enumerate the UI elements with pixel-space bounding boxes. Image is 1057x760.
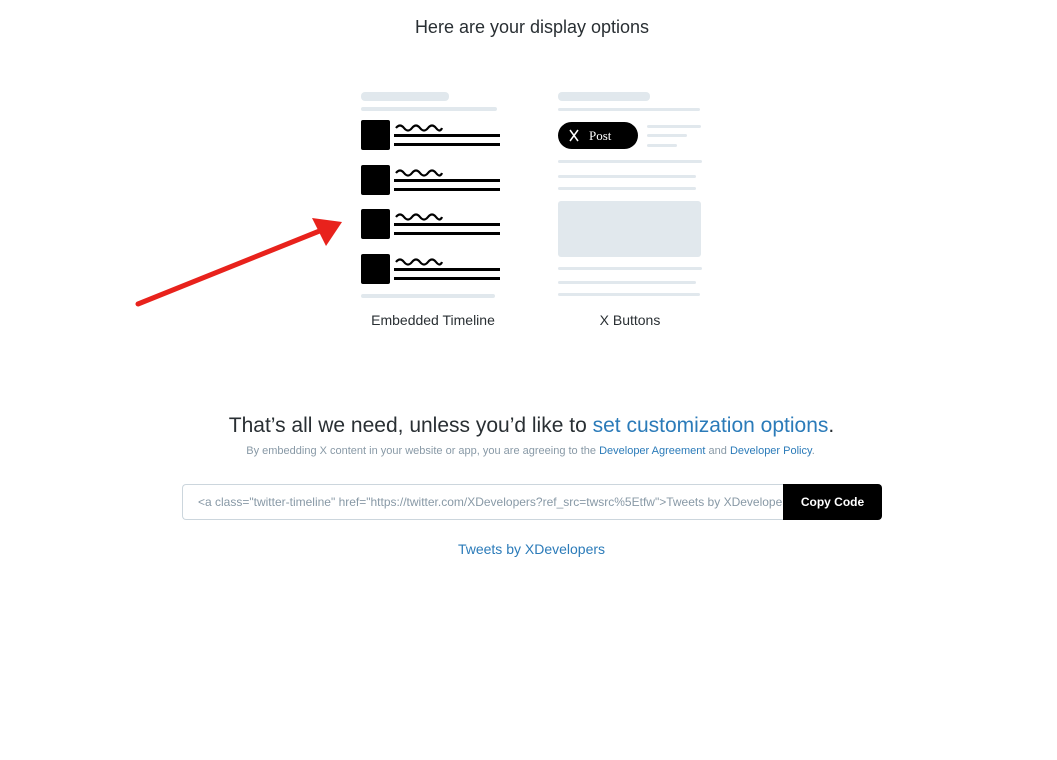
red-arrow-icon	[135, 218, 342, 307]
timeline-tweet-row	[361, 254, 500, 284]
x-buttons-label: X Buttons	[599, 312, 661, 328]
agreement-period: .	[811, 445, 815, 457]
timeline-tweet-row	[361, 209, 500, 239]
set-customization-options-link[interactable]: set customization options	[593, 414, 829, 437]
post-button-text: Post	[589, 128, 612, 143]
embed-code-input[interactable]	[182, 484, 783, 520]
agreement-notice: By embedding X content in your website o…	[0, 445, 1057, 457]
headline-period: .	[828, 414, 835, 437]
tweets-by-xdevelopers-link[interactable]: Tweets by XDevelopers	[0, 541, 1057, 557]
embed-code-row: Copy Code	[182, 484, 882, 520]
copy-code-button[interactable]: Copy Code	[783, 484, 882, 520]
agreement-text: By embedding X content in your website o…	[246, 445, 600, 457]
embedded-timeline-option[interactable]	[356, 88, 506, 303]
timeline-tweet-row	[361, 165, 500, 195]
x-buttons-illustration: Post	[558, 92, 702, 296]
x-buttons-option[interactable]: Post	[555, 88, 705, 303]
customization-headline: That’s all we need, unless you’d like to…	[0, 414, 1057, 438]
developer-agreement-link[interactable]: Developer Agreement	[599, 445, 705, 457]
embedded-timeline-illustration	[361, 92, 500, 298]
headline-text: That’s all we need, unless you’d like to	[228, 414, 593, 437]
publish-page: Here are your display options Embedded T…	[0, 0, 1057, 760]
developer-policy-link[interactable]: Developer Policy	[730, 445, 812, 457]
display-options-title: Here are your display options	[414, 17, 650, 37]
agreement-and: and	[705, 445, 730, 457]
timeline-tweet-row	[361, 120, 500, 150]
embedded-timeline-label: Embedded Timeline	[371, 312, 495, 328]
